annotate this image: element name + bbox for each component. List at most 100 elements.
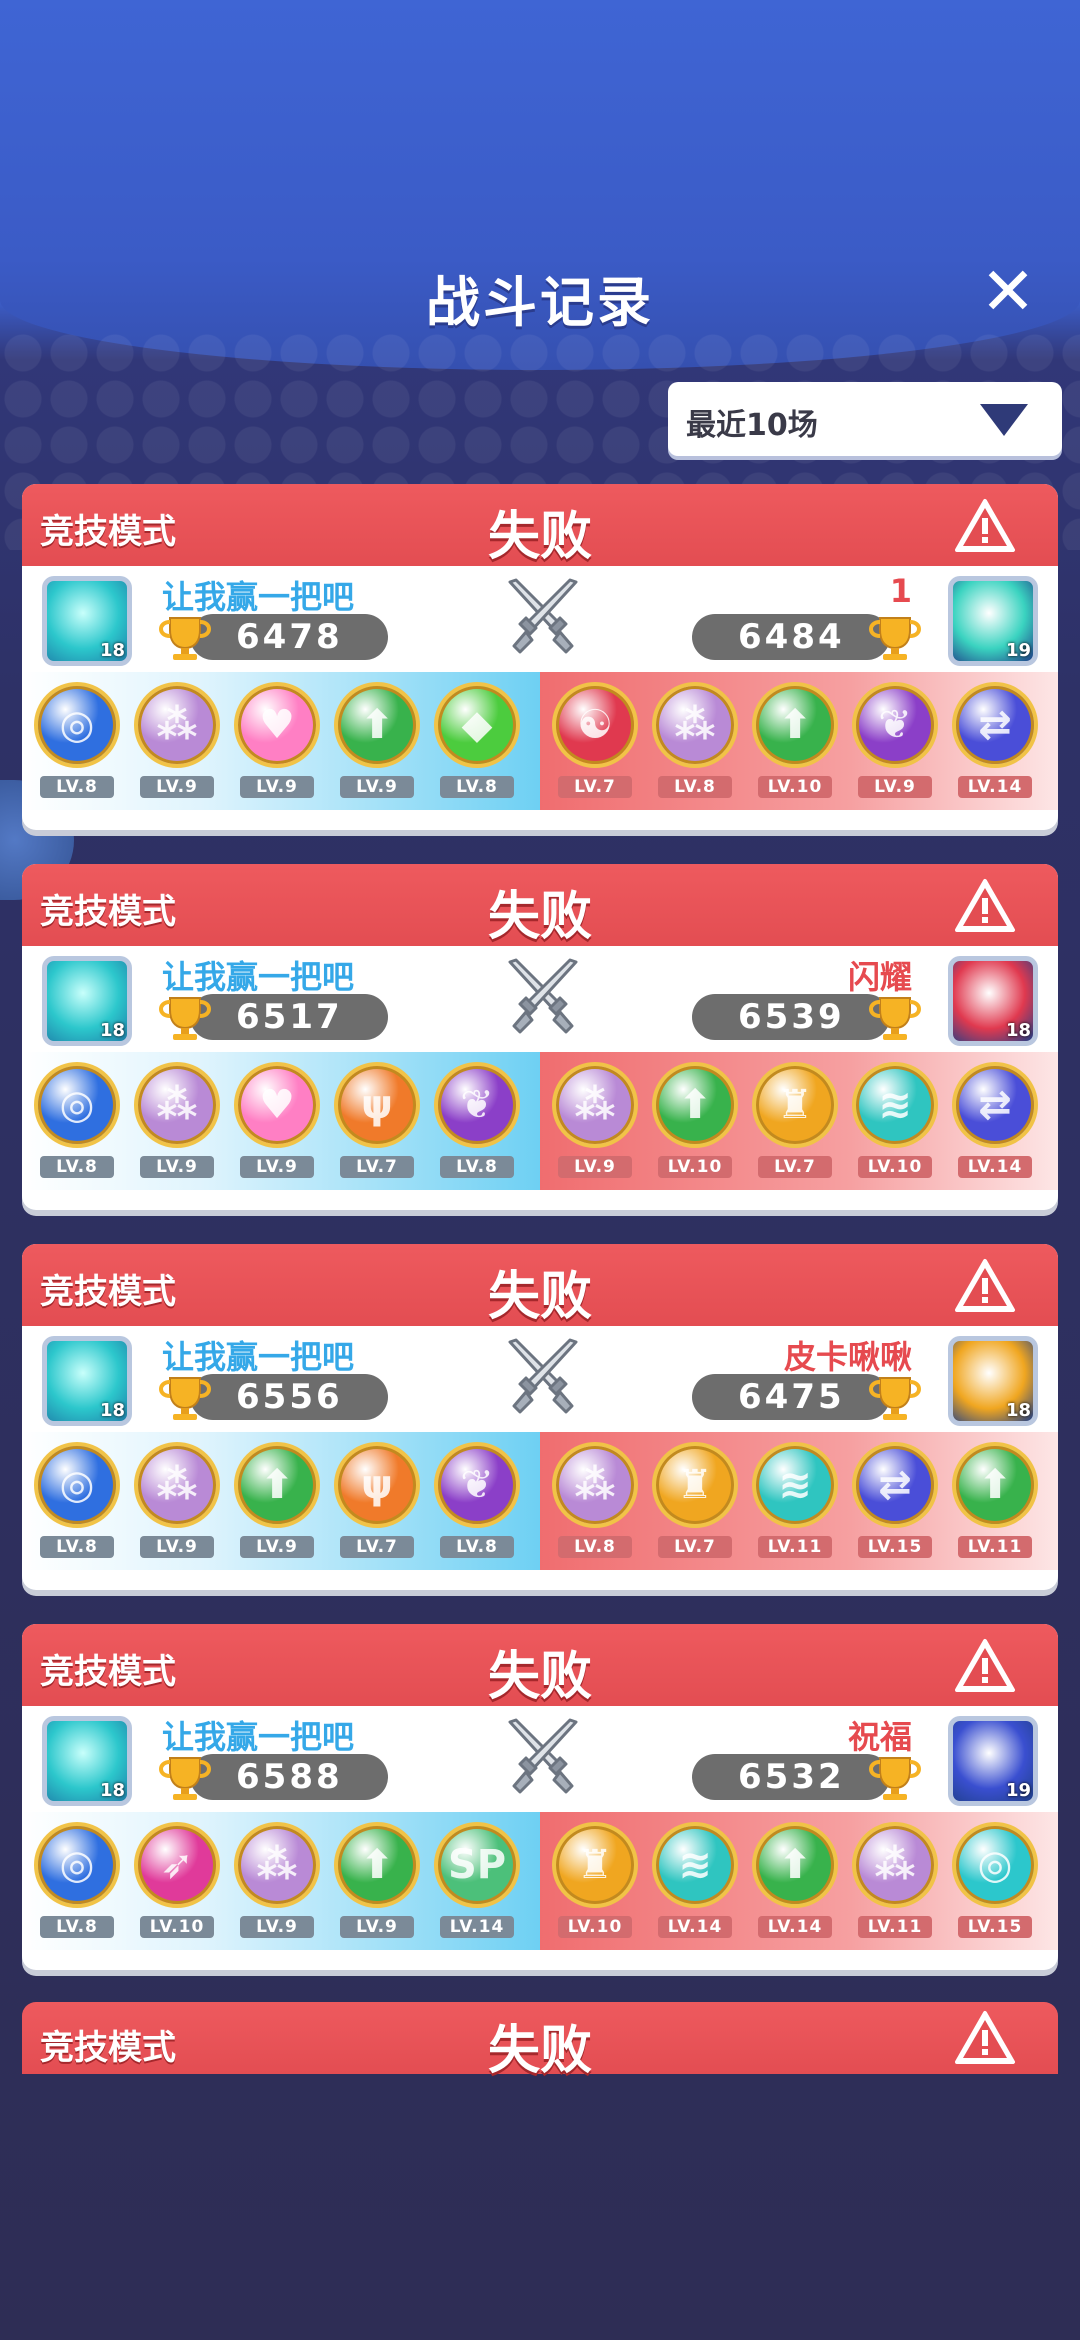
tornado-gem-icon[interactable]: ≋ (852, 1062, 938, 1148)
arrow-up-gem-icon[interactable]: ⬆ (752, 682, 838, 768)
figures-gem-icon[interactable]: ⁂ (134, 1442, 220, 1528)
figures-gem-icon[interactable]: ⁂ (234, 1822, 320, 1908)
figures-gem-icon[interactable]: ⁂ (552, 1062, 638, 1148)
figures-gem-icon[interactable]: ⁂ (852, 1822, 938, 1908)
gem-level: LV.8 (558, 1536, 632, 1558)
player-avatar[interactable]: 18 (42, 1716, 132, 1806)
swap-gem-icon[interactable]: ⇄ (952, 682, 1038, 768)
swirl-gem-icon[interactable]: ◎ (34, 682, 120, 768)
tornado-gem-icon[interactable]: ≋ (652, 1822, 738, 1908)
opponent-avatar[interactable]: 18 (948, 956, 1038, 1046)
warning-icon[interactable] (954, 2010, 1016, 2066)
player-score: 6556 (190, 1374, 388, 1420)
opponent-avatar[interactable]: 18 (948, 1336, 1038, 1426)
gem-level: LV.7 (658, 1536, 732, 1558)
arrow-up-gem-icon[interactable]: ⬆ (752, 1822, 838, 1908)
gem-level: LV.15 (958, 1916, 1032, 1938)
player-avatar[interactable]: 18 (42, 1336, 132, 1426)
tornado-gem-icon[interactable]: ≋ (752, 1442, 838, 1528)
swirl-gem-icon[interactable]: ◎ (34, 1062, 120, 1148)
feather-gem-icon[interactable]: ➶ (134, 1822, 220, 1908)
swap-gem-icon[interactable]: ⇄ (952, 1062, 1038, 1148)
trophy-icon (154, 1374, 216, 1422)
player-gem-loadout: ◎ LV.8 ⁂ LV.9 ♥ LV.9 ⬆ LV.9 ◆ LV.8 (22, 672, 540, 810)
swap-gem-icon[interactable]: ⇄ (852, 1442, 938, 1528)
card-header: 竞技模式 失败 (22, 1624, 1058, 1707)
gem-level: LV.8 (440, 776, 514, 798)
player-avatar[interactable]: 18 (42, 956, 132, 1046)
gem-level: LV.9 (240, 1536, 314, 1558)
warning-icon[interactable] (954, 878, 1016, 934)
close-icon[interactable]: ✕ (978, 259, 1038, 325)
card-header: 竞技模式 失败 (22, 1244, 1058, 1327)
player-avatar[interactable]: 18 (42, 576, 132, 666)
figures-gem-icon[interactable]: ⁂ (652, 682, 738, 768)
gem-level: LV.9 (340, 1916, 414, 1938)
helmet-gem-icon[interactable]: ♜ (752, 1062, 838, 1148)
player-name: 让我赢一把吧 (162, 958, 355, 996)
opponent-name: 闪耀 (847, 958, 912, 996)
match-card[interactable]: 竞技模式 失败 18 让我赢一把吧 6517 闪耀 6539 18 ◎ LV.8 ⁂ LV.9 ♥ LV.… (22, 864, 1058, 1210)
avatar-level: 18 (99, 1780, 125, 1801)
figures-gem-icon[interactable]: ⁂ (134, 682, 220, 768)
gem-level: LV.9 (140, 776, 214, 798)
arrow-up-gem-icon[interactable]: ⬆ (234, 1442, 320, 1528)
warning-icon[interactable] (954, 498, 1016, 554)
gem-level: LV.10 (558, 1916, 632, 1938)
warning-icon[interactable] (954, 1258, 1016, 1314)
gem-level: LV.9 (240, 776, 314, 798)
yin-yang-gem-icon[interactable]: ☯ (552, 682, 638, 768)
avatar-level: 18 (1005, 1400, 1031, 1421)
arrow-up-gem-icon[interactable]: ⬆ (334, 682, 420, 768)
chevron-down-icon (980, 404, 1028, 436)
diamond-gem-icon[interactable]: ◆ (434, 682, 520, 768)
gem-level: LV.10 (140, 1916, 214, 1938)
opponent-avatar[interactable]: 19 (948, 1716, 1038, 1806)
gem-level: LV.11 (858, 1916, 932, 1938)
sp-gem-icon[interactable]: SP (434, 1822, 520, 1908)
wings-gem-icon[interactable]: ψ (334, 1442, 420, 1528)
swirl-gem-icon[interactable]: ◎ (34, 1442, 120, 1528)
arrow-up-gem-icon[interactable]: ⬆ (652, 1062, 738, 1148)
gem-level: LV.14 (440, 1916, 514, 1938)
match-card-partial[interactable]: 竞技模式 失败 (22, 2002, 1058, 2081)
helmet-gem-icon[interactable]: ♜ (652, 1442, 738, 1528)
leaf-gem-icon[interactable]: ❦ (434, 1062, 520, 1148)
gem-level: LV.10 (858, 1156, 932, 1178)
gem-level: LV.14 (658, 1916, 732, 1938)
arrow-up-gem-icon[interactable]: ⬆ (334, 1822, 420, 1908)
gem-level: LV.8 (440, 1156, 514, 1178)
match-filter-dropdown[interactable]: 最近10场 (668, 382, 1062, 456)
heart-gem-icon[interactable]: ♥ (234, 682, 320, 768)
gem-level: LV.11 (958, 1536, 1032, 1558)
figures-gem-icon[interactable]: ⁂ (134, 1062, 220, 1148)
trophy-icon (864, 994, 926, 1042)
opponent-avatar[interactable]: 19 (948, 576, 1038, 666)
gem-level: LV.7 (758, 1156, 832, 1178)
match-card[interactable]: 竞技模式 失败 18 让我赢一把吧 6556 皮卡啾啾 6475 18 ◎ LV.8 ⁂ LV.9 ⬆ L… (22, 1244, 1058, 1590)
result-label: 失败 (487, 1647, 592, 1707)
arrow-up-gem-icon[interactable]: ⬆ (952, 1442, 1038, 1528)
warning-icon[interactable] (954, 1638, 1016, 1694)
match-card[interactable]: 竞技模式 失败 18 让我赢一把吧 6478 1 6484 19 ◎ LV.8 ⁂ LV.9 ♥ LV.9… (22, 484, 1058, 830)
page-title: 战斗记录 (426, 271, 654, 334)
gem-level: LV.8 (658, 776, 732, 798)
result-label: 失败 (487, 887, 592, 947)
match-card[interactable]: 竞技模式 失败 18 让我赢一把吧 6588 祝福 6532 19 ◎ LV.8 ➶ LV.10 ⁂ LV… (22, 1624, 1058, 1970)
swirl-gem-icon[interactable]: ◎ (952, 1822, 1038, 1908)
wings-gem-icon[interactable]: ψ (334, 1062, 420, 1148)
heart-gem-icon[interactable]: ♥ (234, 1062, 320, 1148)
gem-level: LV.9 (858, 776, 932, 798)
leaf-gem-icon[interactable]: ❦ (852, 682, 938, 768)
filter-label: 最近10场 (686, 408, 818, 443)
swirl-gem-icon[interactable]: ◎ (34, 1822, 120, 1908)
avatar-level: 18 (1005, 1020, 1031, 1041)
opponent-name: 1 (889, 572, 912, 610)
opponent-gem-loadout: ⁂ LV.9 ⬆ LV.10 ♜ LV.7 ≋ LV.10 ⇄ LV.14 (540, 1052, 1058, 1190)
card-header: 竞技模式 失败 (22, 864, 1058, 947)
opponent-name: 皮卡啾啾 (783, 1338, 912, 1376)
figures-gem-icon[interactable]: ⁂ (552, 1442, 638, 1528)
helmet-gem-icon[interactable]: ♜ (552, 1822, 638, 1908)
leaf-gem-icon[interactable]: ❦ (434, 1442, 520, 1528)
gems-row: ◎ LV.8 ➶ LV.10 ⁂ LV.9 ⬆ LV.9 SP LV.14 ♜ LV.10 ≋ LV.14… (22, 1812, 1058, 1966)
